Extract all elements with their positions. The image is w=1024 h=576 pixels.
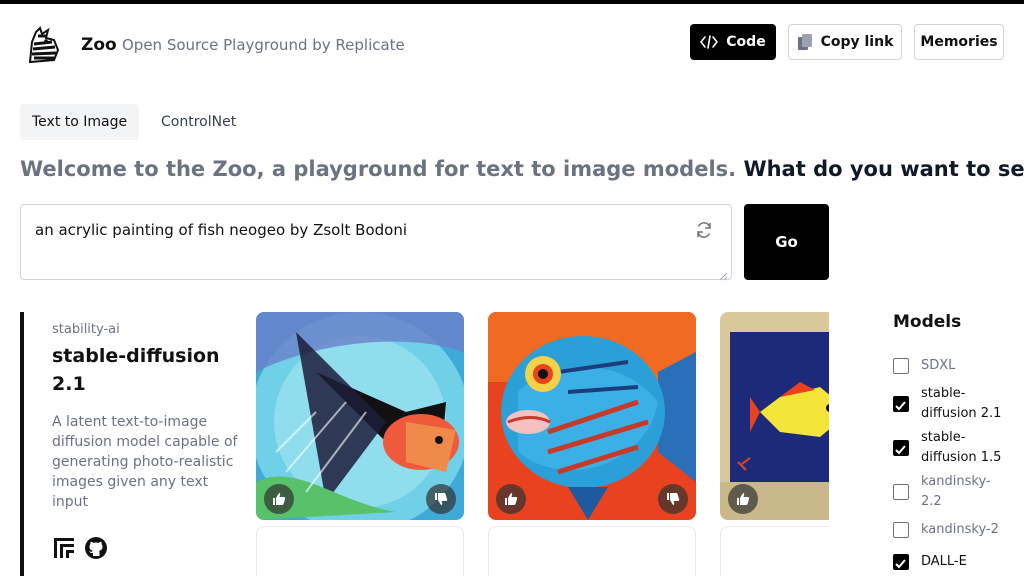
- checkmark-icon: [895, 559, 906, 569]
- zebra-logo-icon[interactable]: [22, 24, 64, 66]
- memories-label: Memories: [920, 34, 998, 50]
- code-button-label: Code: [726, 34, 766, 50]
- checkmark-icon: [895, 401, 906, 411]
- thumbs-down-icon[interactable]: [426, 484, 456, 514]
- model-option-label: stable-diffusion 1.5: [921, 430, 1002, 465]
- headline-welcome: Welcome to the Zoo, a playground for tex…: [20, 157, 737, 181]
- tab-text-to-image[interactable]: Text to Image: [20, 104, 140, 140]
- tab-controlnet[interactable]: ControlNet: [149, 104, 248, 140]
- models-title: Models: [893, 312, 962, 332]
- generated-image-1[interactable]: [256, 312, 464, 520]
- image-placeholder: [256, 526, 464, 576]
- model-option-label: stable-diffusion 2.1: [921, 386, 1002, 421]
- code-button[interactable]: Code: [690, 24, 776, 60]
- copy-link-button[interactable]: Copy link: [788, 24, 902, 60]
- checkbox-stable-diffusion-1-5[interactable]: [893, 440, 909, 456]
- model-option-label: DALL-E: [921, 554, 967, 569]
- app-header: Zoo Open Source Playground by Replicate …: [0, 4, 1024, 84]
- thumbs-up-icon[interactable]: [264, 484, 294, 514]
- code-icon: [700, 35, 719, 49]
- model-org: stability-ai: [52, 322, 120, 337]
- brand-tagline: Open Source Playground by Replicate: [122, 36, 405, 54]
- checkbox-kandinsky-2-2[interactable]: [893, 484, 909, 500]
- model-card: stability-ai stable-diffusion 2.1 A late…: [20, 312, 238, 576]
- checkbox-dall-e[interactable]: [893, 554, 909, 570]
- prompt-textarea[interactable]: an acrylic painting of fish neogeo by Zs…: [20, 204, 732, 280]
- model-name[interactable]: stable-diffusion 2.1: [52, 342, 222, 398]
- checkmark-icon: [895, 445, 906, 455]
- copy-link-label: Copy link: [820, 34, 894, 50]
- page-headline: Welcome to the Zoo, a playground for tex…: [20, 157, 1024, 181]
- resize-handle-icon[interactable]: [718, 266, 728, 281]
- checkbox-sdxl[interactable]: [893, 358, 909, 374]
- image-gallery: [256, 312, 829, 576]
- model-option-label: kandinsky-2: [921, 522, 999, 537]
- model-option-label: SDXL: [921, 358, 956, 373]
- image-placeholder: [488, 526, 696, 576]
- model-option-label: kandinsky-2.2: [921, 474, 991, 509]
- refresh-icon[interactable]: [694, 220, 714, 240]
- thumbs-up-icon[interactable]: [496, 484, 526, 514]
- model-description: A latent text-to-image diffusion model c…: [52, 414, 238, 510]
- image-placeholder: [720, 526, 829, 576]
- generated-image-2[interactable]: [488, 312, 696, 520]
- thumbs-up-icon[interactable]: [728, 484, 758, 514]
- generated-image-3[interactable]: [720, 312, 829, 520]
- checkbox-kandinsky-2[interactable]: [893, 522, 909, 538]
- go-button[interactable]: Go: [744, 204, 829, 280]
- thumbs-down-icon[interactable]: [658, 484, 688, 514]
- checkbox-stable-diffusion-2-1[interactable]: [893, 396, 909, 412]
- headline-question: What do you want to see?: [743, 157, 1024, 181]
- memories-button[interactable]: Memories: [914, 24, 1004, 60]
- models-panel: Models SDXL stable-diffusion 2.1 stable-…: [893, 308, 1024, 576]
- replicate-icon[interactable]: [52, 536, 76, 560]
- copy-icon: [797, 34, 812, 50]
- brand-name: Zoo: [81, 35, 117, 55]
- github-icon[interactable]: [84, 536, 108, 560]
